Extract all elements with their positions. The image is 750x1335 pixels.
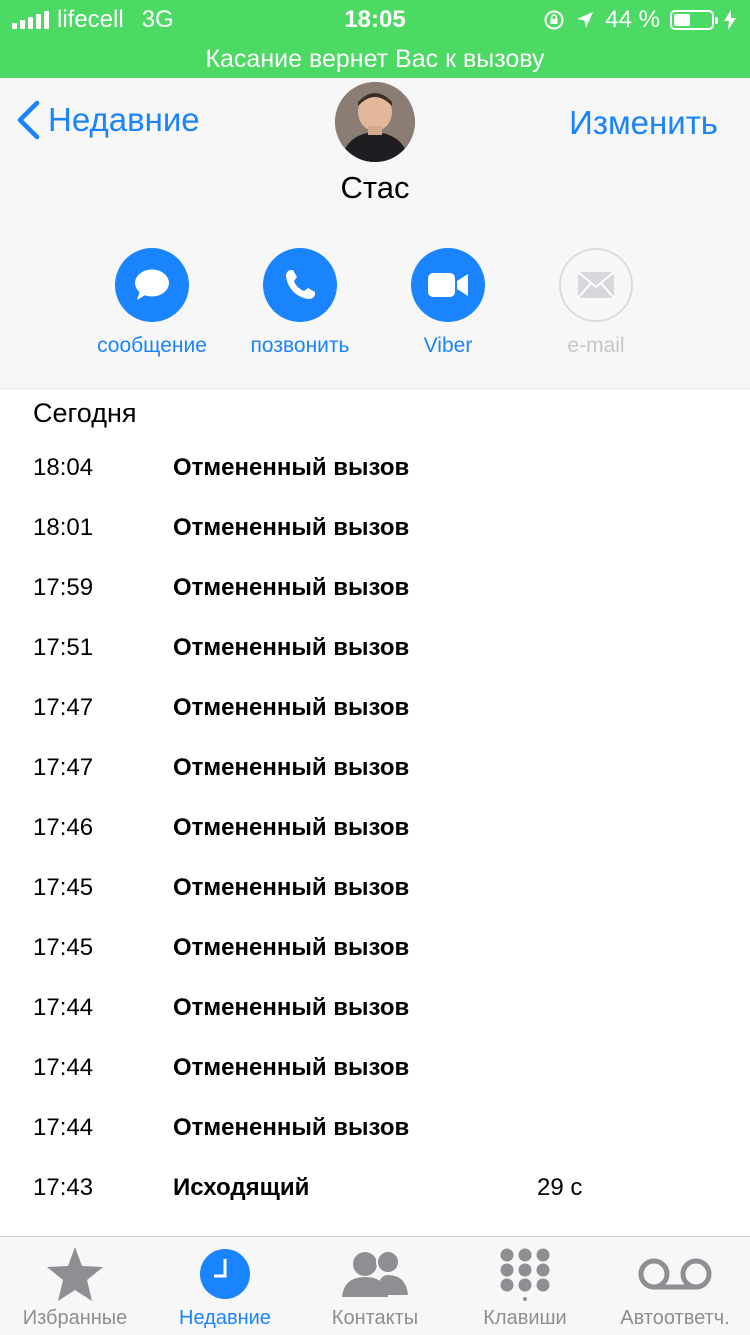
tab-favorites-label: Избранные <box>22 1307 128 1329</box>
call-row: 17:44 Отмененный вызов <box>33 1038 733 1098</box>
call-time: 18:01 <box>33 514 94 541</box>
call-row: 17:46 Отмененный вызов <box>33 798 733 858</box>
call-time: 17:44 <box>33 994 94 1021</box>
call-action[interactable]: позвонить <box>226 248 374 358</box>
battery-icon <box>670 10 718 30</box>
back-button[interactable]: Недавние <box>16 100 200 140</box>
charging-icon <box>724 10 736 30</box>
tab-contacts-label: Контакты <box>331 1307 419 1329</box>
call-description: Отмененный вызов <box>173 994 410 1021</box>
message-label: сообщение <box>97 334 207 357</box>
call-time: 17:44 <box>33 1054 94 1081</box>
chevron-left-icon <box>17 100 40 140</box>
return-to-call-banner[interactable]: Касание вернет Вас к вызову <box>0 40 750 78</box>
call-history-list: 18:04 Отмененный вызов 18:01 Отмененный выз… <box>33 438 733 1218</box>
call-label: позвонить <box>250 334 350 357</box>
keypad-icon <box>500 1248 550 1301</box>
call-row: 17:44 Отмененный вызов <box>33 1098 733 1158</box>
call-row: 17:59 Отмененный вызов <box>33 558 733 618</box>
call-time: 17:45 <box>33 874 94 901</box>
back-label: Недавние <box>48 101 200 138</box>
call-duration: 29 с <box>537 1174 583 1201</box>
clock-icon <box>200 1249 250 1299</box>
call-time: 17:47 <box>33 754 94 781</box>
message-icon <box>135 269 169 300</box>
email-label: e-mail <box>567 334 625 357</box>
viber-button[interactable] <box>411 248 485 322</box>
call-description: Отмененный вызов <box>173 814 410 841</box>
call-description: Отмененный вызов <box>173 874 410 901</box>
call-row: 17:45 Отмененный вызов <box>33 918 733 978</box>
call-time: 17:51 <box>33 634 94 661</box>
call-description: Отмененный вызов <box>173 754 410 781</box>
call-row: 18:04 Отмененный вызов <box>33 438 733 498</box>
tab-recents-label: Недавние <box>179 1307 271 1329</box>
phone-icon <box>286 270 315 299</box>
mail-icon <box>577 271 615 299</box>
call-description: Отмененный вызов <box>173 454 410 481</box>
message-action[interactable]: сообщение <box>78 248 226 358</box>
call-description: Отмененный вызов <box>173 934 410 961</box>
call-row: 17:51 Отмененный вызов <box>33 618 733 678</box>
location-icon <box>577 12 594 28</box>
call-description: Исходящий <box>173 1174 310 1201</box>
status-bar: lifecell 3G 18:05 44 % <box>0 0 750 40</box>
call-row: 17:43 Исходящий 29 с <box>33 1158 733 1218</box>
call-description: Отмененный вызов <box>173 574 410 601</box>
call-row: 17:47 Отмененный вызов <box>33 738 733 798</box>
call-description: Отмененный вызов <box>173 694 410 721</box>
rotation-lock-icon <box>544 10 564 30</box>
tab-voicemail-label: Автоответч. <box>620 1307 730 1329</box>
call-description: Отмененный вызов <box>173 514 410 541</box>
call-description: Отмененный вызов <box>173 1054 410 1081</box>
call-time: 17:47 <box>33 694 94 721</box>
call-time: 17:46 <box>33 814 94 841</box>
email-action: e-mail <box>522 248 670 358</box>
email-button <box>559 248 633 322</box>
voicemail-icon <box>638 1258 712 1290</box>
call-row: 18:01 Отмененный вызов <box>33 498 733 558</box>
call-time: 17:59 <box>33 574 94 601</box>
call-time: 17:43 <box>33 1174 94 1201</box>
message-button[interactable] <box>115 248 189 322</box>
call-row: 17:44 Отмененный вызов <box>33 978 733 1038</box>
video-icon <box>428 273 468 297</box>
tab-keypad[interactable]: Клавиши <box>450 1237 600 1335</box>
viber-label: Viber <box>423 334 473 357</box>
call-time: 17:44 <box>33 1114 94 1141</box>
contact-name: Стас <box>340 170 410 205</box>
call-time: 17:45 <box>33 934 94 961</box>
contacts-icon <box>342 1250 408 1297</box>
viber-action[interactable]: Viber <box>374 248 522 358</box>
avatar <box>335 82 415 162</box>
tab-voicemail[interactable]: Автоответч. <box>600 1237 750 1335</box>
battery-percent: 44 % <box>605 6 660 33</box>
status-right: 44 % <box>543 6 736 34</box>
call-description: Отмененный вызов <box>173 1114 410 1141</box>
contact-header: Недавние Изменить Стас сообщение позвони… <box>0 78 750 389</box>
tab-recents[interactable]: Недавние <box>150 1237 300 1335</box>
call-row: 17:47 Отмененный вызов <box>33 678 733 738</box>
call-time: 18:04 <box>33 454 94 481</box>
tab-contacts[interactable]: Контакты <box>300 1237 450 1335</box>
contact-actions: сообщение позвонить Viber e-mail <box>78 248 670 358</box>
call-button[interactable] <box>263 248 337 322</box>
edit-button[interactable]: Изменить <box>569 104 718 142</box>
star-icon <box>47 1247 103 1301</box>
call-row: 17:45 Отмененный вызов <box>33 858 733 918</box>
section-title: Сегодня <box>33 398 137 428</box>
tab-favorites[interactable]: Избранные <box>0 1237 150 1335</box>
call-description: Отмененный вызов <box>173 634 410 661</box>
tab-bar: Избранные Недавние Контакты Клавиши Авто… <box>0 1236 750 1335</box>
tab-keypad-label: Клавиши <box>483 1307 567 1329</box>
